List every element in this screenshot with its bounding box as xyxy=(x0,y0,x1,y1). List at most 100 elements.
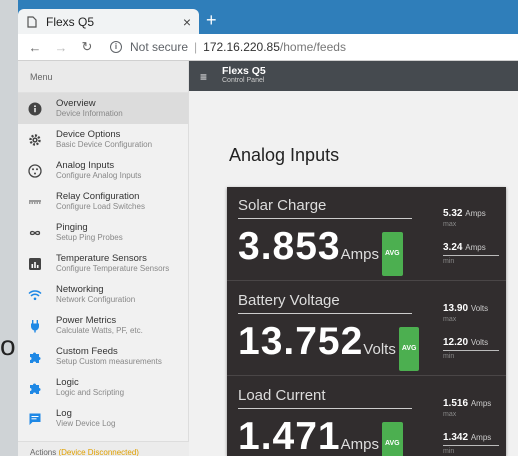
sidebar-item-sublabel: Logic and Scripting xyxy=(56,388,125,397)
sidebar-item-sublabel: Configure Analog Inputs xyxy=(56,171,142,180)
sidebar-item-label: Custom Feeds xyxy=(56,346,118,357)
message-icon xyxy=(28,412,42,426)
avg-badge: AVG xyxy=(398,327,420,371)
brand: Flexs Q5 Control Panel xyxy=(222,65,266,84)
tab-bar: Flexs Q5 × + xyxy=(18,0,518,34)
card-unit: Amps xyxy=(340,246,379,263)
sidebar-item-label: Power Metrics xyxy=(56,315,117,326)
sidebar-item-pinging[interactable]: Pinging Setup Ping Probes xyxy=(18,217,188,248)
sidebar-item-power-metrics[interactable]: Power Metrics Calculate Watts, PF, etc. xyxy=(18,310,188,341)
sidebar-item-sublabel: Setup Custom measurements xyxy=(56,357,162,366)
sidebar-item-label: Relay Configuration xyxy=(56,191,140,202)
url-field[interactable]: 172.16.220.85/home/feeds xyxy=(203,40,346,54)
card-title: Load Current xyxy=(238,387,326,404)
min-value: 3.24 xyxy=(443,242,463,253)
max-label: max xyxy=(443,411,457,418)
min-divider xyxy=(443,350,499,351)
app-header: ≡ Flexs Q5 Control Panel xyxy=(189,61,518,91)
min-unit: Amps xyxy=(465,243,486,252)
sidebar-item-text: Pinging Setup Ping Probes xyxy=(56,222,123,243)
url-separator: | xyxy=(194,40,198,54)
analog-card: Load Current 1.471Amps AVG 1.516 Amps max 1.3… xyxy=(227,377,506,456)
card-divider xyxy=(238,408,412,409)
sidebar-item-label: Log xyxy=(56,408,72,419)
back-button[interactable]: ← xyxy=(28,40,42,55)
app-title: Flexs Q5 xyxy=(222,65,266,77)
sidebar-item-text: Temperature Sensors Configure Temperature… xyxy=(56,253,169,274)
actions-label: Actions xyxy=(30,448,57,456)
sidebar-item-label: Logic xyxy=(56,377,79,388)
sidebar-item-label: Overview xyxy=(56,98,96,109)
max-value: 1.516 xyxy=(443,398,469,409)
sidebar-item-text: Power Metrics Calculate Watts, PF, etc. xyxy=(56,315,143,336)
sidebar-menu: Overview Device Information Device Options… xyxy=(18,93,188,434)
browser-window: Flexs Q5 × + ← → ↻ i Not secure | 172.16… xyxy=(18,0,518,456)
sidebar-item-networking[interactable]: Networking Network Configuration xyxy=(18,279,188,310)
max-stat: 13.90 Volts max xyxy=(443,303,503,323)
card-divider xyxy=(238,218,412,219)
reload-button[interactable]: ↻ xyxy=(80,39,94,55)
security-indicator[interactable]: i Not secure xyxy=(110,40,188,54)
address-bar: ← → ↻ i Not secure | 172.16.220.85/home/… xyxy=(18,34,518,61)
card-value: 3.853 xyxy=(238,225,341,268)
chart-icon xyxy=(28,257,42,271)
sidebar-item-analog-inputs[interactable]: Analog Inputs Configure Analog Inputs xyxy=(18,155,188,186)
min-stat: 3.24 Amps min xyxy=(443,242,503,265)
url-path: /home/feeds xyxy=(279,40,346,54)
sidebar-item-logic[interactable]: Logic Logic and Scripting xyxy=(18,372,188,403)
gear-icon xyxy=(28,133,42,147)
sidebar-item-text: Relay Configuration Configure Load Switch… xyxy=(56,191,145,212)
min-value: 1.342 xyxy=(443,432,469,443)
min-label: min xyxy=(443,258,455,265)
sidebar-item-label: Analog Inputs xyxy=(56,160,115,171)
plug-icon xyxy=(28,319,42,333)
max-unit: Amps xyxy=(470,399,492,408)
sidebar-item-text: Logic Logic and Scripting xyxy=(56,377,124,398)
sidebar-item-overview[interactable]: Overview Device Information xyxy=(18,93,188,124)
sidebar-item-text: Log View Device Log xyxy=(56,408,115,429)
sidebar-item-sublabel: Basic Device Configuration xyxy=(56,140,153,149)
card-unit: Amps xyxy=(340,436,379,453)
forward-button[interactable]: → xyxy=(54,40,68,55)
min-divider xyxy=(443,255,499,256)
page-icon xyxy=(27,15,37,28)
card-value-row: 3.853Amps AVG xyxy=(238,226,403,276)
card-value: 1.471 xyxy=(238,415,341,456)
card-value-row: 1.471Amps AVG xyxy=(238,416,403,456)
close-tab-button[interactable]: × xyxy=(183,14,191,30)
sidebar-item-text: Overview Device Information xyxy=(56,98,123,119)
max-value: 5.32 xyxy=(443,208,463,219)
sidebar-item-label: Temperature Sensors xyxy=(56,253,147,264)
actions-bar[interactable]: Actions (Device Disconnected) xyxy=(18,441,189,456)
max-label: max xyxy=(443,221,457,228)
puzzle-icon xyxy=(28,350,42,364)
info-icon: i xyxy=(110,41,122,53)
min-label: min xyxy=(443,353,455,360)
info-icon xyxy=(28,102,42,116)
min-unit: Amps xyxy=(470,433,492,442)
browser-tab[interactable]: Flexs Q5 × xyxy=(18,9,199,34)
sidebar-item-custom-feeds[interactable]: Custom Feeds Setup Custom measurements xyxy=(18,341,188,372)
card-title: Solar Charge xyxy=(238,197,327,214)
sidebar-item-device-options[interactable]: Device Options Basic Device Configuration xyxy=(18,124,188,155)
device-status: (Device Disconnected) xyxy=(58,448,139,456)
sidebar-item-log[interactable]: Log View Device Log xyxy=(18,403,188,434)
sidebar-item-sublabel: Configure Load Switches xyxy=(56,202,145,211)
card-divider xyxy=(238,313,412,314)
security-label: Not secure xyxy=(130,40,189,54)
sidebar-item-relay-configuration[interactable]: Relay Configuration Configure Load Switch… xyxy=(18,186,188,217)
new-tab-button[interactable]: + xyxy=(206,10,217,30)
max-unit: Amps xyxy=(465,209,486,218)
main-content: Analog Inputs Solar Charge 3.853Amps AVG 5.… xyxy=(189,91,518,456)
wifi-icon xyxy=(28,288,42,302)
tab-title: Flexs Q5 xyxy=(46,14,95,29)
avg-badge: AVG xyxy=(381,232,403,276)
min-unit: Volts xyxy=(470,338,489,347)
card-value: 13.752 xyxy=(238,320,364,363)
min-value: 12.20 xyxy=(443,337,469,348)
sidebar-item-temperature-sensors[interactable]: Temperature Sensors Configure Temperature… xyxy=(18,248,188,279)
puzzle-icon xyxy=(28,381,42,395)
hamburger-icon[interactable]: ≡ xyxy=(200,70,207,84)
url-host: 172.16.220.85 xyxy=(203,40,280,54)
sidebar: Menu Overview Device Information Device Op… xyxy=(18,61,189,456)
